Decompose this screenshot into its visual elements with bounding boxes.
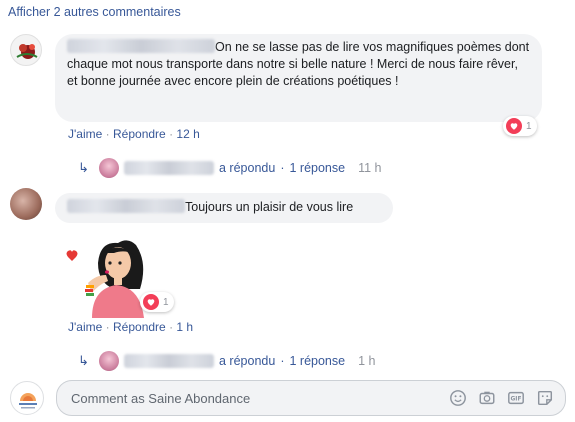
- reply-link[interactable]: Répondre: [113, 127, 166, 141]
- camera-icon[interactable]: [477, 388, 497, 408]
- sticker-icon[interactable]: [535, 388, 555, 408]
- comment-actions: J'aime · Répondre · 12 h: [68, 127, 200, 141]
- replier-avatar: [99, 351, 119, 371]
- reply-count[interactable]: 1 réponse: [289, 354, 345, 368]
- reaction-count: 1: [526, 120, 532, 132]
- show-more-comments-link[interactable]: Afficher 2 autres commentaires: [8, 5, 181, 19]
- reply-count[interactable]: 1 réponse: [289, 161, 345, 175]
- reaction-badge[interactable]: 1: [140, 292, 174, 312]
- reaction-count: 1: [163, 296, 169, 308]
- view-replies-row[interactable]: ↳ a répondu · 1 réponse 1 h: [78, 351, 375, 371]
- replied-text: a répondu: [219, 161, 276, 175]
- view-replies-row[interactable]: ↳ a répondu · 1 réponse 11 h: [78, 158, 382, 178]
- svg-text:GIF: GIF: [511, 397, 522, 403]
- reply-time: 11 h: [358, 161, 382, 175]
- author-name-blurred[interactable]: [67, 39, 215, 53]
- avatar[interactable]: [10, 34, 42, 66]
- replied-text: a répondu: [219, 354, 276, 368]
- comment-bubble: On ne se lasse pas de lire vos magnifiqu…: [55, 34, 542, 122]
- replier-name-blurred: [124, 161, 214, 175]
- comment-actions: J'aime · Répondre · 1 h: [68, 320, 194, 334]
- page-avatar: [10, 381, 44, 415]
- comment-input-placeholder: Comment as Saine Abondance: [71, 390, 251, 406]
- timestamp[interactable]: 12 h: [176, 127, 199, 141]
- replier-avatar: [99, 158, 119, 178]
- emoji-icon[interactable]: [448, 388, 468, 408]
- like-link[interactable]: J'aime: [68, 127, 102, 141]
- timestamp[interactable]: 1 h: [176, 320, 193, 334]
- gif-icon[interactable]: GIF: [506, 388, 526, 408]
- comment-text: Toujours un plaisir de vous lire: [185, 200, 354, 214]
- reply-link[interactable]: Répondre: [113, 320, 166, 334]
- heart-icon: [506, 118, 522, 134]
- heart-icon: [143, 294, 159, 310]
- like-link[interactable]: J'aime: [68, 320, 102, 334]
- author-name-blurred[interactable]: [67, 199, 185, 213]
- reply-arrow-icon: ↳: [78, 353, 89, 368]
- comment-input[interactable]: Comment as Saine Abondance GIF: [56, 380, 566, 416]
- replier-name-blurred: [124, 354, 214, 368]
- reply-time: 1 h: [358, 354, 376, 368]
- avatar[interactable]: [10, 188, 42, 220]
- comment-bubble: Toujours un plaisir de vous lire: [55, 193, 393, 223]
- reply-arrow-icon: ↳: [78, 160, 89, 175]
- reaction-badge[interactable]: 1: [503, 116, 537, 136]
